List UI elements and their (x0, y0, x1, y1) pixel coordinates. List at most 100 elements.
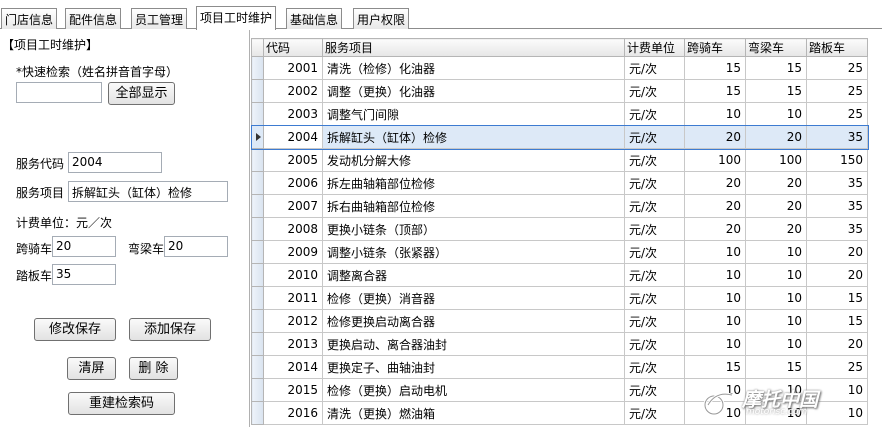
cell-item[interactable]: 拆右曲轴箱部位检修 (322, 194, 625, 218)
show-all-button[interactable]: 全部显示 (108, 82, 175, 105)
row-indicator[interactable] (251, 79, 264, 103)
table-row[interactable]: 2013 更换启动、离合器油封 元/次 10 10 20 (251, 332, 868, 356)
col-header-unit[interactable]: 计费单位 (624, 38, 685, 57)
table-row[interactable]: 2008 更换小链条（顶部） 元/次 20 20 35 (251, 217, 868, 241)
cell-unit[interactable]: 元/次 (624, 263, 685, 287)
delete-button[interactable]: 删 除 (129, 357, 178, 380)
cell-wanliang[interactable]: 15 (745, 355, 807, 379)
cell-kuaqi[interactable]: 10 (684, 263, 746, 287)
cell-taban[interactable]: 25 (806, 79, 868, 103)
table-row[interactable]: 2014 更换定子、曲轴油封 元/次 15 15 25 (251, 355, 868, 379)
taban-field[interactable]: 35 (52, 264, 116, 285)
row-indicator[interactable] (251, 171, 264, 195)
row-indicator[interactable] (251, 194, 264, 218)
cell-code[interactable]: 2010 (263, 263, 323, 287)
row-indicator[interactable] (251, 125, 264, 149)
cell-code[interactable]: 2012 (263, 309, 323, 333)
cell-taban[interactable]: 35 (806, 217, 868, 241)
cell-taban[interactable]: 20 (806, 240, 868, 264)
cell-taban[interactable]: 25 (806, 355, 868, 379)
cell-kuaqi[interactable]: 10 (684, 240, 746, 264)
row-indicator[interactable] (251, 401, 264, 425)
cell-code[interactable]: 2015 (263, 378, 323, 402)
table-row[interactable]: 2006 拆左曲轴箱部位检修 元/次 20 20 35 (251, 171, 868, 195)
cell-kuaqi[interactable]: 10 (684, 102, 746, 126)
cell-taban[interactable]: 25 (806, 56, 868, 80)
cell-kuaqi[interactable]: 10 (684, 286, 746, 310)
cell-taban[interactable]: 20 (806, 332, 868, 356)
cell-taban[interactable]: 15 (806, 286, 868, 310)
cell-code[interactable]: 2016 (263, 401, 323, 425)
cell-code[interactable]: 2006 (263, 171, 323, 195)
cell-unit[interactable]: 元/次 (624, 194, 685, 218)
rebuild-index-button[interactable]: 重建检索码 (68, 392, 175, 415)
cell-code[interactable]: 2008 (263, 217, 323, 241)
cell-wanliang[interactable]: 15 (745, 79, 807, 103)
cell-item[interactable]: 调整离合器 (322, 263, 625, 287)
cell-item[interactable]: 拆解缸头（缸体）检修 (322, 125, 625, 149)
table-row[interactable]: 2007 拆右曲轴箱部位检修 元/次 20 20 35 (251, 194, 868, 218)
col-header-wanliang[interactable]: 弯梁车 (745, 38, 807, 57)
cell-item[interactable]: 检修更换启动离合器 (322, 309, 625, 333)
cell-code[interactable]: 2014 (263, 355, 323, 379)
cell-unit[interactable]: 元/次 (624, 309, 685, 333)
cell-unit[interactable]: 元/次 (624, 125, 685, 149)
cell-unit[interactable]: 元/次 (624, 217, 685, 241)
row-indicator[interactable] (251, 378, 264, 402)
cell-unit[interactable]: 元/次 (624, 148, 685, 172)
cell-code[interactable]: 2003 (263, 102, 323, 126)
cell-item[interactable]: 调整小链条（张紧器） (322, 240, 625, 264)
row-indicator[interactable] (251, 102, 264, 126)
cell-item[interactable]: 清洗（更换）燃油箱 (322, 401, 625, 425)
table-row[interactable]: 2005 发动机分解大修 元/次 100 100 150 (251, 148, 868, 172)
cell-code[interactable]: 2004 (263, 125, 323, 149)
cell-code[interactable]: 2013 (263, 332, 323, 356)
cell-wanliang[interactable]: 10 (745, 102, 807, 126)
row-indicator[interactable] (251, 56, 264, 80)
cell-code[interactable]: 2009 (263, 240, 323, 264)
cell-wanliang[interactable]: 10 (745, 332, 807, 356)
row-indicator[interactable] (251, 332, 264, 356)
row-indicator[interactable] (251, 309, 264, 333)
cell-wanliang[interactable]: 10 (745, 240, 807, 264)
item-field[interactable]: 拆解缸头（缸体）检修 (68, 181, 228, 202)
save-add-button[interactable]: 添加保存 (129, 318, 211, 341)
cell-wanliang[interactable]: 20 (745, 194, 807, 218)
cell-unit[interactable]: 元/次 (624, 332, 685, 356)
row-indicator[interactable] (251, 263, 264, 287)
cell-item[interactable]: 发动机分解大修 (322, 148, 625, 172)
table-row[interactable]: 2010 调整离合器 元/次 10 10 20 (251, 263, 868, 287)
wanliang-field[interactable]: 20 (164, 236, 228, 257)
cell-kuaqi[interactable]: 20 (684, 217, 746, 241)
table-row[interactable]: 2011 检修（更换）消音器 元/次 10 10 15 (251, 286, 868, 310)
tab-parts-info[interactable]: 配件信息 (65, 8, 122, 29)
cell-code[interactable]: 2001 (263, 56, 323, 80)
cell-taban[interactable]: 150 (806, 148, 868, 172)
cell-item[interactable]: 调整气门间隙 (322, 102, 625, 126)
cell-item[interactable]: 更换启动、离合器油封 (322, 332, 625, 356)
cell-kuaqi[interactable]: 15 (684, 355, 746, 379)
cell-wanliang[interactable]: 100 (745, 148, 807, 172)
table-row[interactable]: 2009 调整小链条（张紧器） 元/次 10 10 20 (251, 240, 868, 264)
cell-taban[interactable]: 35 (806, 194, 868, 218)
cell-unit[interactable]: 元/次 (624, 240, 685, 264)
row-indicator[interactable] (251, 148, 264, 172)
save-edit-button[interactable]: 修改保存 (34, 318, 116, 341)
cell-item[interactable]: 清洗（检修）化油器 (322, 56, 625, 80)
cell-unit[interactable]: 元/次 (624, 286, 685, 310)
cell-taban[interactable]: 25 (806, 102, 868, 126)
cell-kuaqi[interactable]: 10 (684, 332, 746, 356)
table-row[interactable]: 2012 检修更换启动离合器 元/次 10 10 15 (251, 309, 868, 333)
cell-kuaqi[interactable]: 15 (684, 79, 746, 103)
cell-unit[interactable]: 元/次 (624, 102, 685, 126)
tab-staff[interactable]: 员工管理 (131, 8, 188, 29)
cell-code[interactable]: 2007 (263, 194, 323, 218)
cell-unit[interactable]: 元/次 (624, 378, 685, 402)
cell-item[interactable]: 调整（更换）化油器 (322, 79, 625, 103)
quick-search-input[interactable] (16, 82, 102, 103)
col-header-code[interactable]: 代码 (263, 38, 323, 57)
cell-code[interactable]: 2005 (263, 148, 323, 172)
cell-taban[interactable]: 35 (806, 171, 868, 195)
cell-wanliang[interactable]: 15 (745, 56, 807, 80)
cell-item[interactable]: 更换小链条（顶部） (322, 217, 625, 241)
